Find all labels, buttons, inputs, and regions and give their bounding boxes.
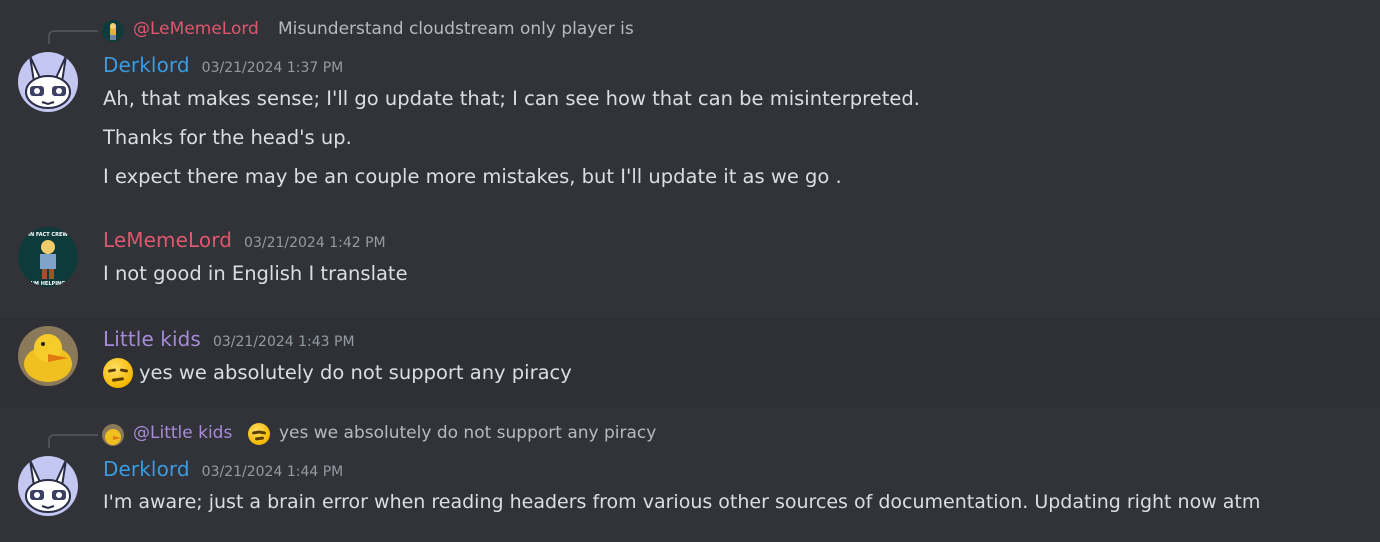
timestamp[interactable]: 03/21/2024 1:37 PM [202, 60, 344, 76]
username[interactable]: Derklord [103, 457, 190, 481]
message-text: Thanks for the head's up. [103, 126, 352, 149]
raised-eyebrow-emoji-icon[interactable] [248, 423, 270, 445]
message-text: Ah, that makes sense; I'll go update tha… [103, 87, 920, 110]
message-text: yes we absolutely do not support any pir… [139, 361, 572, 384]
reply-text[interactable]: yes we absolutely do not support any pir… [279, 423, 656, 443]
username[interactable]: Derklord [103, 53, 190, 77]
message-group: IN FACT CREW I'M HELPING LeMemeLord 03/2… [0, 215, 1380, 315]
message-header: Derklord 03/21/2024 1:37 PM [103, 53, 343, 77]
username[interactable]: LeMemeLord [103, 228, 232, 252]
message-header: Derklord 03/21/2024 1:44 PM [103, 457, 343, 481]
timestamp[interactable]: 03/21/2024 1:43 PM [213, 334, 355, 350]
username[interactable]: Little kids [103, 327, 201, 351]
chat-messages: @LeMemeLord Misunderstand cloudstream on… [0, 0, 1380, 542]
timestamp[interactable]: 03/21/2024 1:42 PM [244, 235, 386, 251]
reply-spine [48, 434, 98, 448]
message-text-row: yes we absolutely do not support any pir… [103, 358, 572, 388]
avatar[interactable] [18, 52, 78, 112]
message-group: @LeMemeLord Misunderstand cloudstream on… [0, 0, 1380, 205]
reply-avatar[interactable] [102, 20, 124, 42]
svg-text:I'M HELPING: I'M HELPING [31, 281, 66, 287]
message-text: I expect there may be an couple more mis… [103, 165, 842, 188]
timestamp[interactable]: 03/21/2024 1:44 PM [202, 464, 344, 480]
raised-eyebrow-emoji-icon[interactable] [103, 358, 133, 388]
reply-avatar[interactable] [102, 424, 124, 446]
svg-text:IN FACT CREW: IN FACT CREW [28, 232, 68, 238]
reply-text[interactable]: Misunderstand cloudstream only player is [278, 19, 634, 39]
avatar[interactable] [18, 456, 78, 516]
message-group: @Little kids yes we absolutely do not su… [0, 408, 1380, 542]
message-header: Little kids 03/21/2024 1:43 PM [103, 327, 355, 351]
message-header: LeMemeLord 03/21/2024 1:42 PM [103, 228, 386, 252]
message-group: Little kids 03/21/2024 1:43 PM yes we ab… [0, 318, 1380, 408]
reply-spine [48, 30, 98, 44]
reply-mention[interactable]: @LeMemeLord [133, 19, 259, 39]
reply-mention[interactable]: @Little kids [133, 423, 232, 443]
avatar[interactable]: IN FACT CREW I'M HELPING [18, 227, 78, 287]
message-text: I not good in English I translate [103, 262, 408, 285]
avatar[interactable] [18, 326, 78, 386]
message-text: I'm aware; just a brain error when readi… [103, 491, 1261, 513]
